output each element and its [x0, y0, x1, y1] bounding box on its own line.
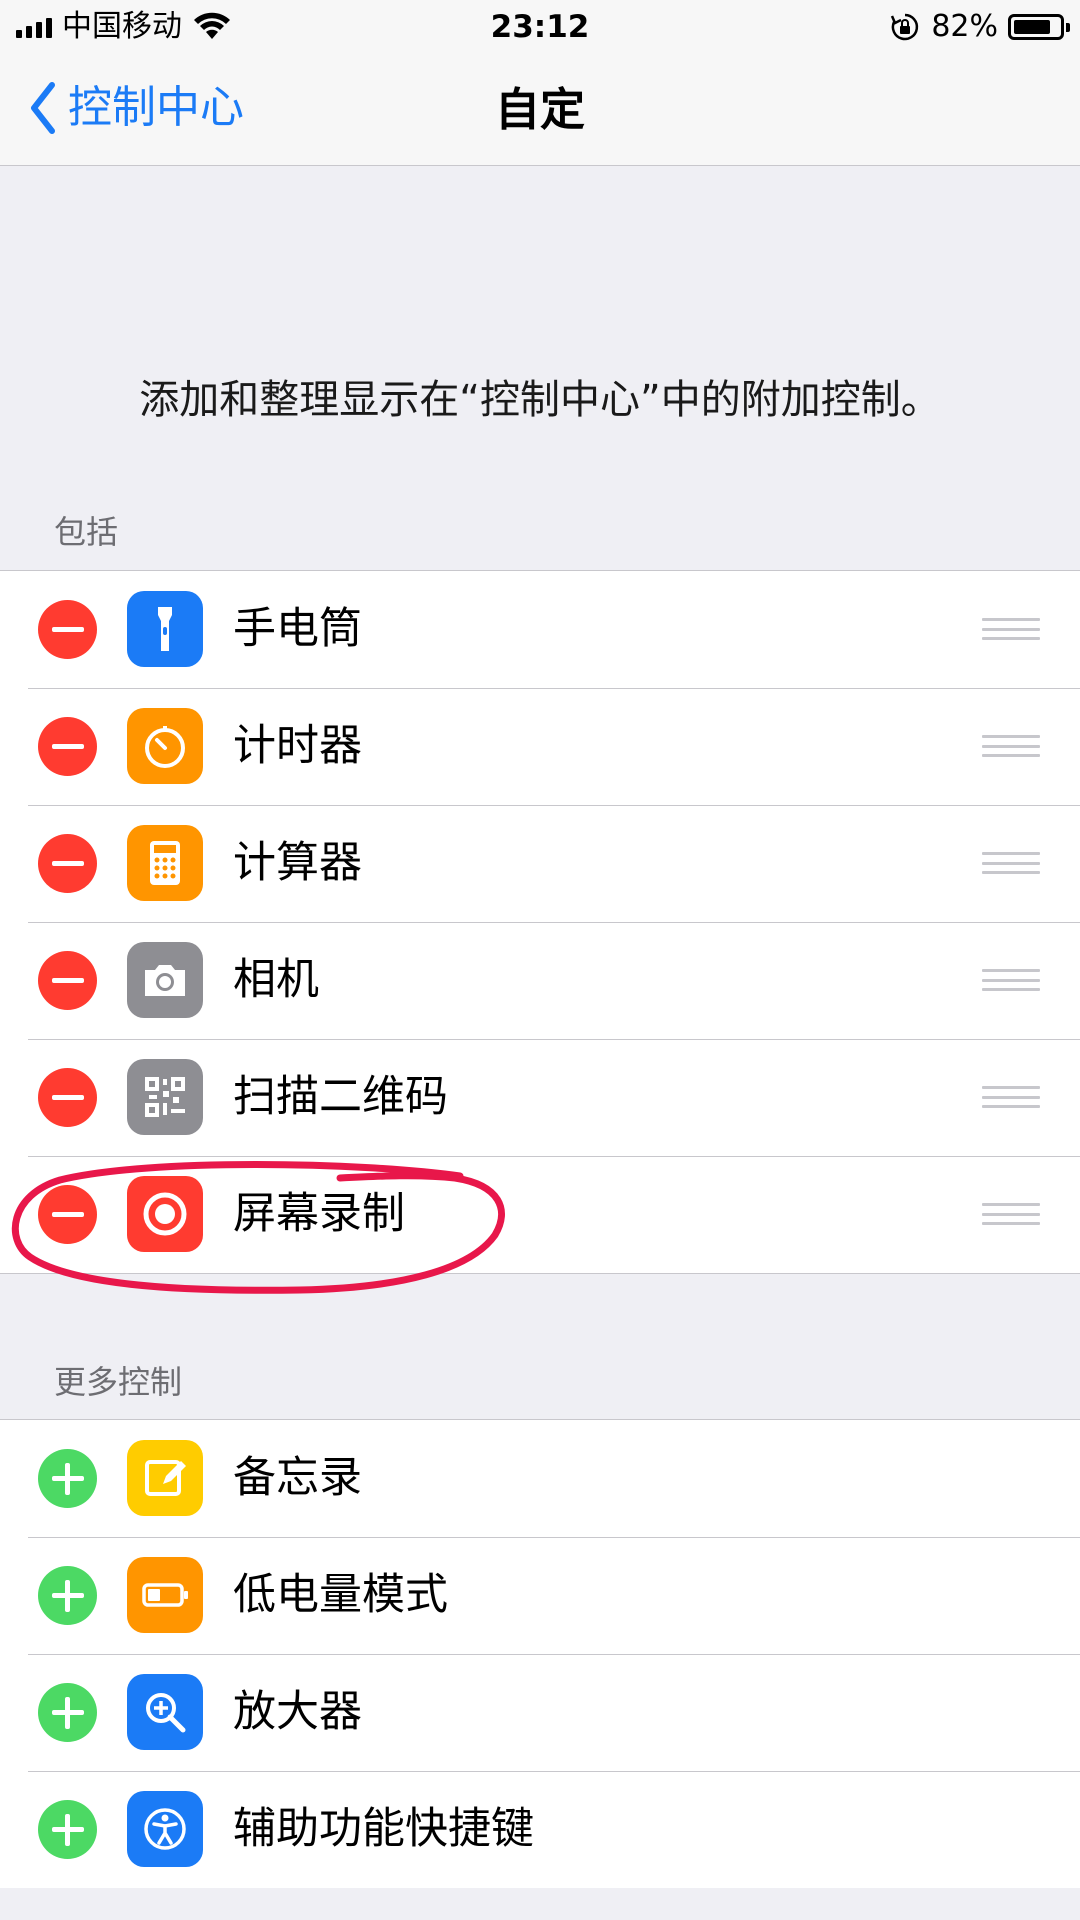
- status-right: 82%: [889, 9, 1070, 44]
- included-control-row: 计时器: [0, 688, 1080, 805]
- remove-control-button[interactable]: [38, 717, 97, 776]
- reorder-handle-icon[interactable]: [982, 735, 1040, 757]
- section-header-included: 包括: [54, 513, 119, 551]
- control-label: 计算器: [233, 838, 362, 888]
- minus-icon: [51, 1212, 84, 1217]
- control-label: 手电筒: [233, 604, 362, 654]
- more-control-row: 放大器: [0, 1654, 1080, 1771]
- add-control-button[interactable]: [38, 1449, 97, 1508]
- rotation-lock-icon: [891, 13, 919, 41]
- add-control-button[interactable]: [38, 1683, 97, 1742]
- plus-icon-vertical: [65, 1462, 70, 1495]
- more-control-row: 低电量模式: [0, 1537, 1080, 1654]
- calculator-icon: [127, 825, 203, 901]
- control-label: 放大器: [233, 1687, 362, 1737]
- reorder-handle-icon[interactable]: [982, 1086, 1040, 1108]
- flashlight-icon: [127, 591, 203, 667]
- included-control-row: 扫描二维码: [0, 1039, 1080, 1156]
- timer-icon: [127, 708, 203, 784]
- reorder-handle-icon[interactable]: [982, 1203, 1040, 1225]
- more-control-row: 备忘录: [0, 1420, 1080, 1537]
- included-control-row: 相机: [0, 922, 1080, 1039]
- control-label: 相机: [233, 955, 319, 1005]
- plus-icon-vertical: [65, 1579, 70, 1612]
- more-controls-list: 备忘录低电量模式放大器辅助功能快捷键: [0, 1419, 1080, 1888]
- navigation-bar: 控制中心 自定: [0, 54, 1080, 166]
- control-label: 辅助功能快捷键: [233, 1804, 534, 1854]
- plus-icon-vertical: [65, 1813, 70, 1846]
- minus-icon: [51, 744, 84, 749]
- reorder-handle-icon[interactable]: [982, 969, 1040, 991]
- control-label: 扫描二维码: [233, 1072, 448, 1122]
- accessibility-icon: [127, 1791, 203, 1867]
- section-header-more: 更多控制: [54, 1363, 183, 1401]
- add-control-button[interactable]: [38, 1566, 97, 1625]
- included-controls-list: 手电筒计时器计算器相机扫描二维码屏幕录制: [0, 570, 1080, 1274]
- page-description: 添加和整理显示在“控制中心”中的附加控制。: [139, 377, 941, 423]
- page-title: 自定: [494, 83, 585, 136]
- remove-control-button[interactable]: [38, 834, 97, 893]
- control-label: 屏幕录制: [233, 1189, 405, 1239]
- add-control-button[interactable]: [38, 1800, 97, 1859]
- included-control-row: 计算器: [0, 805, 1080, 922]
- control-label: 计时器: [233, 721, 362, 771]
- included-control-row: 屏幕录制: [0, 1156, 1080, 1273]
- control-label: 低电量模式: [233, 1570, 448, 1620]
- more-control-row: 辅助功能快捷键: [0, 1771, 1080, 1888]
- notes-icon: [127, 1440, 203, 1516]
- remove-control-button[interactable]: [38, 1185, 97, 1244]
- remove-control-button[interactable]: [38, 1068, 97, 1127]
- battery-icon: [1008, 14, 1070, 40]
- camera-icon: [127, 942, 203, 1018]
- low-power-battery-icon: [127, 1557, 203, 1633]
- reorder-handle-icon[interactable]: [982, 852, 1040, 874]
- status-bar: 中国移动 23:12 82%: [0, 0, 1080, 54]
- minus-icon: [51, 627, 84, 632]
- reorder-handle-icon[interactable]: [982, 618, 1040, 640]
- magnifier-icon: [127, 1674, 203, 1750]
- control-label: 备忘录: [233, 1453, 362, 1503]
- minus-icon: [51, 978, 84, 983]
- included-control-row: 手电筒: [0, 571, 1080, 688]
- remove-control-button[interactable]: [38, 600, 97, 659]
- screen-record-icon: [127, 1176, 203, 1252]
- minus-icon: [51, 861, 84, 866]
- battery-percent: 82%: [931, 9, 998, 44]
- qr-code-icon: [127, 1059, 203, 1135]
- minus-icon: [51, 1095, 84, 1100]
- plus-icon-vertical: [65, 1696, 70, 1729]
- remove-control-button[interactable]: [38, 951, 97, 1010]
